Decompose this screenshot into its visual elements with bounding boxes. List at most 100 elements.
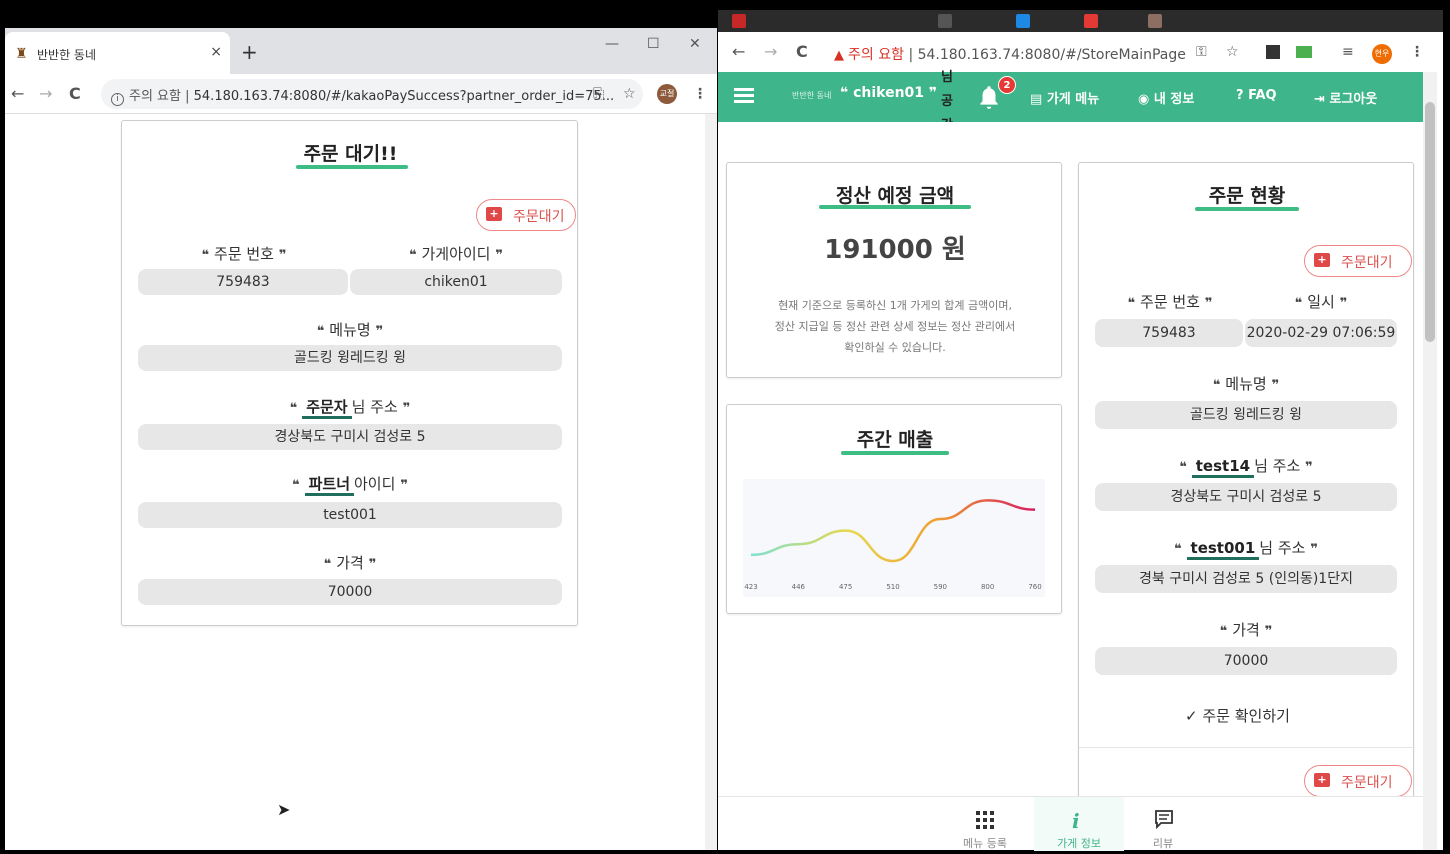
partner-name: test001 xyxy=(1186,539,1260,560)
tab-favicon-4[interactable] xyxy=(1084,14,1098,28)
translate-icon[interactable]: ⎘ xyxy=(593,86,604,102)
nav-faq-label: FAQ xyxy=(1248,88,1277,103)
price-value: 70000 xyxy=(138,579,562,605)
bottom-nav-label: 메뉴 등록 xyxy=(963,837,1007,850)
reload-button[interactable]: C xyxy=(69,84,81,103)
back-button[interactable]: ← xyxy=(11,84,24,103)
brand-small: 반반한 동네 xyxy=(792,91,832,100)
price-label: ❝ 가격 ❞ xyxy=(138,552,562,573)
left-scrollbar[interactable] xyxy=(705,114,717,850)
extension-icon-2[interactable] xyxy=(1296,46,1312,58)
order-waiting-card: 주문 대기!! + 주문대기 ❝ 주문 번호 ❞ ❝ 가게아이디 ❞ 759483… xyxy=(121,120,578,626)
info-icon[interactable]: i xyxy=(111,93,124,106)
order-waiting-label: 주문대기 xyxy=(513,209,565,225)
menu-value: 골드킹 윙레드킹 윙 xyxy=(1095,401,1397,429)
store-id-label-text: 가게아이디 xyxy=(421,245,491,263)
tab-favicon-3[interactable] xyxy=(1016,14,1030,28)
settlement-underline xyxy=(819,205,971,209)
new-tab-button[interactable]: + xyxy=(241,40,258,64)
partner-suffix: 님 주소 xyxy=(1259,539,1306,557)
address-value: 경상북도 구미시 검성로 5 xyxy=(138,424,562,450)
quote-open-icon: ❝ xyxy=(289,401,298,416)
store-brand[interactable]: ❝ chiken01 ❞ xyxy=(840,85,937,101)
quote-close-icon: ❞ xyxy=(1339,296,1348,311)
profile-avatar[interactable]: 교절 xyxy=(657,84,677,104)
key-icon[interactable]: ⚿ xyxy=(1196,44,1207,60)
nav-logout[interactable]: ⇥ 로그아웃 xyxy=(1314,88,1377,107)
right-browser-window: ← → C ▲ 주의 요함 | 54.180.163.74:8080/#/Stor… xyxy=(718,32,1443,851)
info-icon: i xyxy=(1072,809,1080,833)
quote-close-icon: ❞ xyxy=(1310,542,1318,557)
brand-name: chiken01 xyxy=(853,85,925,101)
order-waiting-icon: + xyxy=(1314,773,1330,787)
bottom-nav-store-info[interactable]: i 가게 정보 xyxy=(1034,797,1124,851)
tab-close-icon[interactable]: × xyxy=(210,44,222,60)
nav-faq[interactable]: ? FAQ xyxy=(1236,88,1277,103)
datetime-value: 2020-02-29 07:06:59 xyxy=(1245,319,1397,347)
order-waiting-button-2[interactable]: + 주문대기 xyxy=(1304,765,1412,797)
order-no-label: ❝ 주문 번호 ❞ xyxy=(1095,291,1245,312)
bookmark-star-icon[interactable]: ☆ xyxy=(623,86,636,102)
tab-favicon-1[interactable] xyxy=(732,14,746,28)
partner-id-value: test001 xyxy=(138,502,562,528)
quote-open-icon: ❝ xyxy=(323,557,332,572)
maximize-button[interactable]: ☐ xyxy=(647,36,660,52)
address-input[interactable]: ▲ 주의 요함 | 54.180.163.74:8080/#/StoreMainP… xyxy=(824,38,1292,68)
price-label-text: 가격 xyxy=(336,554,364,572)
left-page-content: 주문 대기!! + 주문대기 ❝ 주문 번호 ❞ ❝ 가게아이디 ❞ 759483… xyxy=(5,114,717,850)
orderer-name: 주문자 xyxy=(302,398,352,419)
scrollbar-thumb[interactable] xyxy=(1425,102,1435,342)
forward-button[interactable]: → xyxy=(764,42,777,61)
more-menu-icon[interactable]: ⋮ xyxy=(693,86,707,102)
store-main-body: 정산 예정 금액 191000 원 현재 기준으로 등록하신 1개 가게의 합계… xyxy=(718,122,1423,850)
minimize-button[interactable]: — xyxy=(605,36,619,52)
x-tick-label: 423 xyxy=(744,583,757,591)
menu-label-text: 메뉴명 xyxy=(329,321,371,339)
partner-address-label: ❝ test001 님 주소 ❞ xyxy=(1095,537,1397,560)
bottom-nav-menu-register[interactable]: 메뉴 등록 xyxy=(940,797,1030,851)
nav-my-info[interactable]: ◉ 내 정보 xyxy=(1138,88,1194,107)
profile-avatar[interactable]: 현우 xyxy=(1372,44,1392,64)
app-header: 반반한 동네 ❝ chiken01 ❞ 2 ▤ 가게 메뉴 ◉ 내 정보 ? F… xyxy=(718,72,1423,122)
orderer-name: test14 xyxy=(1191,457,1255,478)
quote-open-icon: ❝ xyxy=(1294,296,1303,311)
quote-open-icon: ❝ xyxy=(1174,542,1182,557)
bottom-navigation: 메뉴 등록 i 가게 정보 리뷰 xyxy=(718,796,1423,851)
menu-label: ❝ 메뉴명 ❞ xyxy=(138,319,562,340)
bookmark-star-icon[interactable]: ☆ xyxy=(1226,44,1239,60)
active-tab[interactable]: ♜ 반반한 동네 × xyxy=(5,32,230,74)
quote-open-icon: ❝ xyxy=(316,324,325,339)
menu-label-text: 메뉴명 xyxy=(1225,375,1267,393)
hamburger-menu-icon[interactable] xyxy=(734,88,754,104)
nav-store-menu[interactable]: ▤ 가게 메뉴 xyxy=(1030,88,1099,107)
address-input[interactable]: i 주의 요함 | 54.180.163.74:8080/#/kakaoPaySu… xyxy=(101,79,643,109)
right-window-tabstrip[interactable] xyxy=(718,10,1443,32)
order-waiting-label: 주문대기 xyxy=(1341,255,1393,271)
more-menu-icon[interactable]: ⋮ xyxy=(1410,44,1424,60)
partner-name: 파트너 xyxy=(304,475,354,496)
close-window-button[interactable]: ✕ xyxy=(689,36,701,52)
order-waiting-button[interactable]: + 주문대기 xyxy=(476,199,576,231)
extension-icon-1[interactable] xyxy=(1266,45,1280,59)
reload-button[interactable]: C xyxy=(796,42,808,61)
orderer-address-value: 경상북도 구미시 검성로 5 xyxy=(1095,483,1397,511)
right-scrollbar[interactable] xyxy=(1423,72,1437,850)
confirm-order-button[interactable]: ✓ 주문 확인하기 xyxy=(1185,705,1290,726)
order-waiting-icon: + xyxy=(1314,253,1330,267)
warning-icon[interactable]: ▲ xyxy=(834,48,844,63)
order-no-label-text: 주문 번호 xyxy=(1140,293,1200,311)
tab-favicon-2[interactable] xyxy=(938,14,952,28)
order-waiting-label: 주문대기 xyxy=(1341,775,1393,791)
order-waiting-button[interactable]: + 주문대기 xyxy=(1304,245,1412,277)
bottom-nav-review[interactable]: 리뷰 xyxy=(1118,797,1208,851)
security-label: 주의 요함 | xyxy=(129,89,190,104)
datetime-label-text: 일시 xyxy=(1307,293,1335,311)
forward-button[interactable]: → xyxy=(39,84,52,103)
back-button[interactable]: ← xyxy=(732,42,745,61)
reading-list-icon[interactable]: ≡ xyxy=(1342,44,1354,60)
security-warning: 주의 요함 xyxy=(848,47,904,63)
notification-count-badge: 2 xyxy=(998,76,1016,94)
tab-favicon-5[interactable] xyxy=(1148,14,1162,28)
weekly-sales-underline xyxy=(841,451,949,455)
quote-close-icon: ❞ xyxy=(928,85,938,101)
